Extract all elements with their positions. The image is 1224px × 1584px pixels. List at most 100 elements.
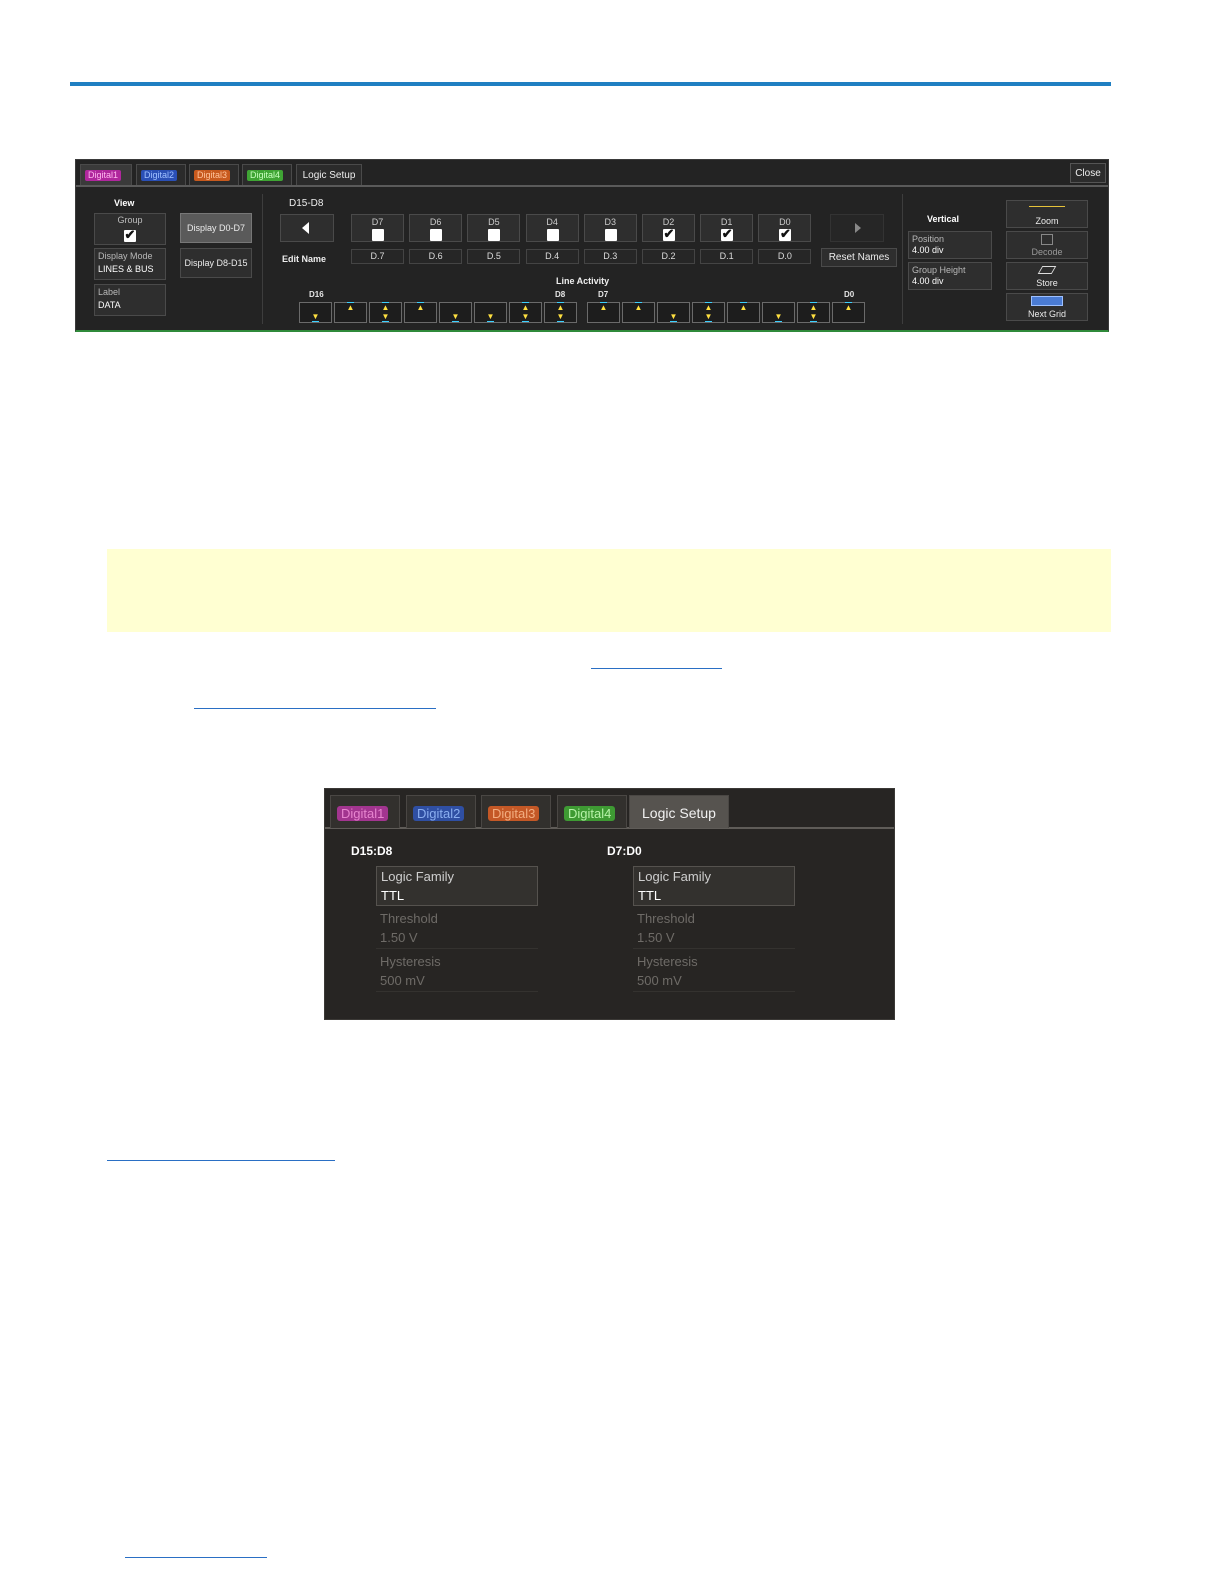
display-d8-d15-button[interactable]: Display D8-D15	[180, 248, 252, 278]
low-level-icon: ▼	[774, 312, 783, 322]
tab-bar: Digital1 Digital2 Digital3 Digital4 Logi…	[76, 160, 1108, 187]
channel-name-field[interactable]: D.6	[409, 249, 463, 264]
hysteresis-caption: Hysteresis	[380, 954, 441, 969]
channel-label: D3	[604, 217, 617, 227]
hysteresis-field: Hysteresis 500 mV	[376, 952, 538, 992]
link-underline[interactable]	[591, 668, 722, 669]
tab-label: Digital4	[564, 806, 616, 821]
line-label-d8: D8	[555, 290, 566, 299]
next-grid-button[interactable]: Next Grid	[1006, 293, 1088, 321]
tab-digital2[interactable]: Digital2	[406, 795, 476, 828]
channel-checkbox[interactable]	[546, 229, 559, 241]
checkmark-icon: ✔	[124, 227, 136, 242]
channel-name-field[interactable]: D.4	[525, 249, 579, 264]
display-mode-value: LINES & BUS	[98, 264, 154, 274]
channel-toggle-d5[interactable]: D5	[467, 214, 521, 242]
high-level-icon: ▲	[634, 302, 643, 312]
zoom-button[interactable]: Zoom	[1006, 200, 1088, 228]
view-title: View	[114, 198, 135, 208]
high-level-icon: ▲	[346, 302, 355, 312]
display-mode-button[interactable]: Display Mode LINES & BUS	[94, 248, 166, 280]
tab-logic-setup[interactable]: Logic Setup	[296, 164, 362, 185]
display-d0-d7-button[interactable]: Display D0-D7	[180, 213, 252, 243]
line-activity-indicator: ▲ ▼	[692, 302, 725, 323]
close-button[interactable]: Close	[1070, 163, 1106, 183]
low-level-icon: ▼	[669, 312, 678, 322]
tab-digital4[interactable]: Digital4	[557, 795, 627, 828]
tab-label: Digital1	[337, 806, 389, 821]
line-label-d16: D16	[309, 290, 324, 299]
label-field[interactable]: Label DATA	[94, 284, 166, 316]
link-underline[interactable]	[125, 1557, 267, 1558]
store-icon	[1037, 266, 1057, 274]
channel-name-field[interactable]: D.1	[700, 249, 754, 264]
channel-toggle-d4[interactable]: D4	[525, 214, 579, 242]
channel-label: D4	[546, 217, 558, 227]
hysteresis-value: 500 mV	[637, 973, 682, 988]
position-value: 4.00 div	[912, 245, 944, 255]
line-activity-indicator: ▼	[439, 302, 472, 323]
tab-logic-setup[interactable]: Logic Setup	[629, 795, 729, 828]
button-label: Reset Names	[828, 252, 890, 263]
line-activity-indicator: ▲	[334, 302, 367, 323]
channel-checkbox[interactable]	[604, 229, 617, 241]
position-field[interactable]: Position 4.00 div	[908, 231, 992, 259]
channel-checkbox[interactable]	[430, 229, 443, 241]
channel-name-field[interactable]: D.3	[583, 249, 637, 264]
channel-toggle-d2[interactable]: D2 ✔	[642, 214, 695, 242]
channel-toggle-d3[interactable]: D3	[583, 214, 637, 242]
button-label: Display D8-D15	[184, 258, 248, 268]
tab-digital1[interactable]: Digital1	[330, 795, 400, 828]
logic-family-field[interactable]: Logic Family TTL	[633, 866, 795, 906]
group-toggle[interactable]: Group ✔	[94, 213, 166, 245]
high-level-icon: ▲	[599, 302, 608, 312]
channel-name-field[interactable]: D.7	[351, 249, 404, 264]
channel-checkbox[interactable]	[372, 229, 384, 241]
logic-family-field[interactable]: Logic Family TTL	[376, 866, 538, 906]
channel-checkbox[interactable]: ✔	[663, 226, 675, 241]
decode-button[interactable]: Decode	[1006, 231, 1088, 259]
group-checkbox[interactable]: ✔	[124, 227, 136, 242]
tab-label: Digital3	[488, 806, 540, 821]
channel-toggle-d1[interactable]: D1 ✔	[700, 214, 754, 242]
logic-family-caption: Logic Family	[638, 869, 711, 884]
channel-toggle-d0[interactable]: D0 ✔	[758, 214, 812, 242]
note-box	[107, 549, 1111, 632]
store-button[interactable]: Store	[1006, 262, 1088, 290]
group-height-field[interactable]: Group Height 4.00 div	[908, 262, 992, 290]
low-level-icon: ▼	[521, 312, 530, 322]
tab-digital3[interactable]: Digital3	[481, 795, 551, 828]
next-range-button[interactable]	[830, 214, 884, 242]
grid-icon	[1031, 296, 1063, 306]
channel-toggle-d7[interactable]: D7	[351, 214, 404, 242]
logic-setup-dialog: Digital1 Digital2 Digital3 Digital4 Logi…	[324, 788, 895, 1020]
tab-digital2[interactable]: Digital2	[136, 164, 186, 185]
group-caption: Group	[117, 215, 143, 225]
threshold-field: Threshold 1.50 V	[376, 909, 538, 949]
button-label: Display D0-D7	[186, 223, 246, 233]
channel-checkbox[interactable]	[488, 229, 501, 241]
high-level-icon: ▲	[809, 302, 818, 312]
tab-digital4[interactable]: Digital4	[242, 164, 292, 185]
channel-name-field[interactable]: D.0	[758, 249, 812, 264]
hysteresis-value: 500 mV	[380, 973, 425, 988]
line-activity-indicator: ▼	[657, 302, 690, 323]
channel-name-field[interactable]: D.2	[642, 249, 695, 264]
prev-range-button[interactable]	[280, 214, 334, 242]
high-level-icon: ▲	[556, 302, 565, 312]
group-title-d15-d8: D15:D8	[351, 844, 393, 858]
low-level-icon: ▼	[556, 312, 565, 322]
link-underline[interactable]	[107, 1160, 335, 1161]
low-level-icon: ▼	[704, 312, 713, 322]
reset-names-button[interactable]: Reset Names	[821, 248, 897, 267]
high-level-icon: ▲	[381, 302, 390, 312]
tab-digital1[interactable]: Digital1	[80, 164, 132, 185]
tab-label: Digital2	[141, 170, 178, 181]
channel-toggle-d6[interactable]: D6	[409, 214, 463, 242]
channel-name-field[interactable]: D.5	[467, 249, 521, 264]
channel-checkbox[interactable]: ✔	[779, 226, 792, 241]
tab-digital3[interactable]: Digital3	[189, 164, 239, 185]
channel-checkbox[interactable]: ✔	[721, 226, 734, 241]
digital-setup-dialog: Digital1 Digital2 Digital3 Digital4 Logi…	[75, 159, 1109, 332]
link-underline[interactable]	[194, 708, 436, 709]
